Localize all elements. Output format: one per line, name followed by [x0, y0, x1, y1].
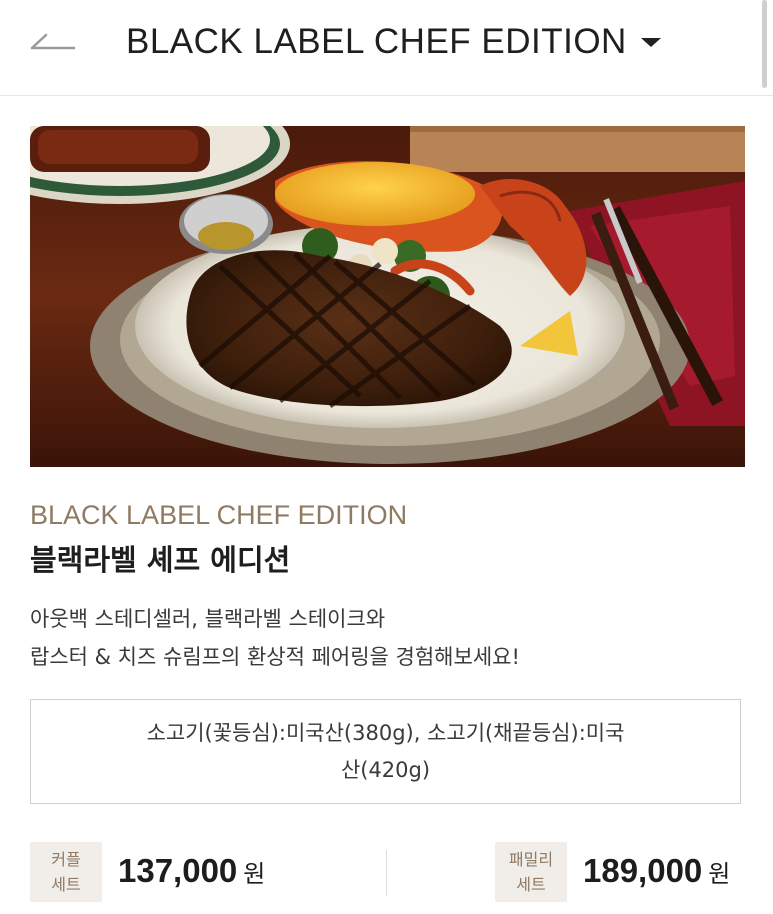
app-header: BLACK LABEL CHEF EDITION	[0, 0, 773, 96]
set-badge-family: 패밀리 세트	[495, 842, 567, 902]
origin-line: 산(420g)	[340, 757, 431, 782]
product-name-korean: 블랙라벨 셰프 에디션	[30, 543, 291, 577]
scrollbar[interactable]	[762, 0, 767, 88]
menu-title-dropdown[interactable]: BLACK LABEL CHEF EDITION	[126, 20, 661, 64]
price-amount: 137,000	[118, 852, 238, 889]
page-title: BLACK LABEL CHEF EDITION	[126, 22, 627, 61]
product-description: 아웃백 스테디셀러, 블랙라벨 스테이크와 랍스터 & 치즈 슈림프의 환상적 …	[30, 600, 745, 676]
set-badge-couple: 커플 세트	[30, 842, 102, 902]
price-options: 커플 세트 137,000 원 패밀리 세트 189,000 원	[0, 842, 773, 906]
back-button[interactable]	[28, 26, 78, 60]
price-amount: 189,000	[583, 852, 703, 889]
back-arrow-icon	[30, 33, 76, 50]
price-family: 189,000 원	[583, 852, 730, 890]
badge-line: 세트	[51, 875, 81, 894]
origin-info-text: 소고기(꽃등심):미국산(380g), 소고기(채끝등심):미국 산(420g)	[147, 715, 625, 789]
caret-down-icon	[640, 37, 661, 47]
description-line: 랍스터 & 치즈 슈림프의 환상적 페어링을 경험해보세요!	[30, 645, 520, 669]
origin-info-box: 소고기(꽃등심):미국산(380g), 소고기(채끝등심):미국 산(420g)	[30, 699, 741, 804]
price-divider	[386, 850, 387, 896]
product-image	[30, 126, 745, 467]
badge-line: 세트	[516, 875, 546, 894]
origin-line: 소고기(꽃등심):미국산(380g), 소고기(채끝등심):미국	[146, 720, 625, 745]
price-unit: 원	[243, 860, 266, 888]
description-line: 아웃백 스테디셀러, 블랙라벨 스테이크와	[30, 607, 386, 631]
product-name-english: BLACK LABEL CHEF EDITION	[30, 500, 408, 530]
price-unit: 원	[708, 860, 731, 888]
badge-line: 패밀리	[508, 850, 554, 869]
price-couple: 137,000 원	[118, 852, 265, 890]
badge-line: 커플	[51, 850, 81, 869]
